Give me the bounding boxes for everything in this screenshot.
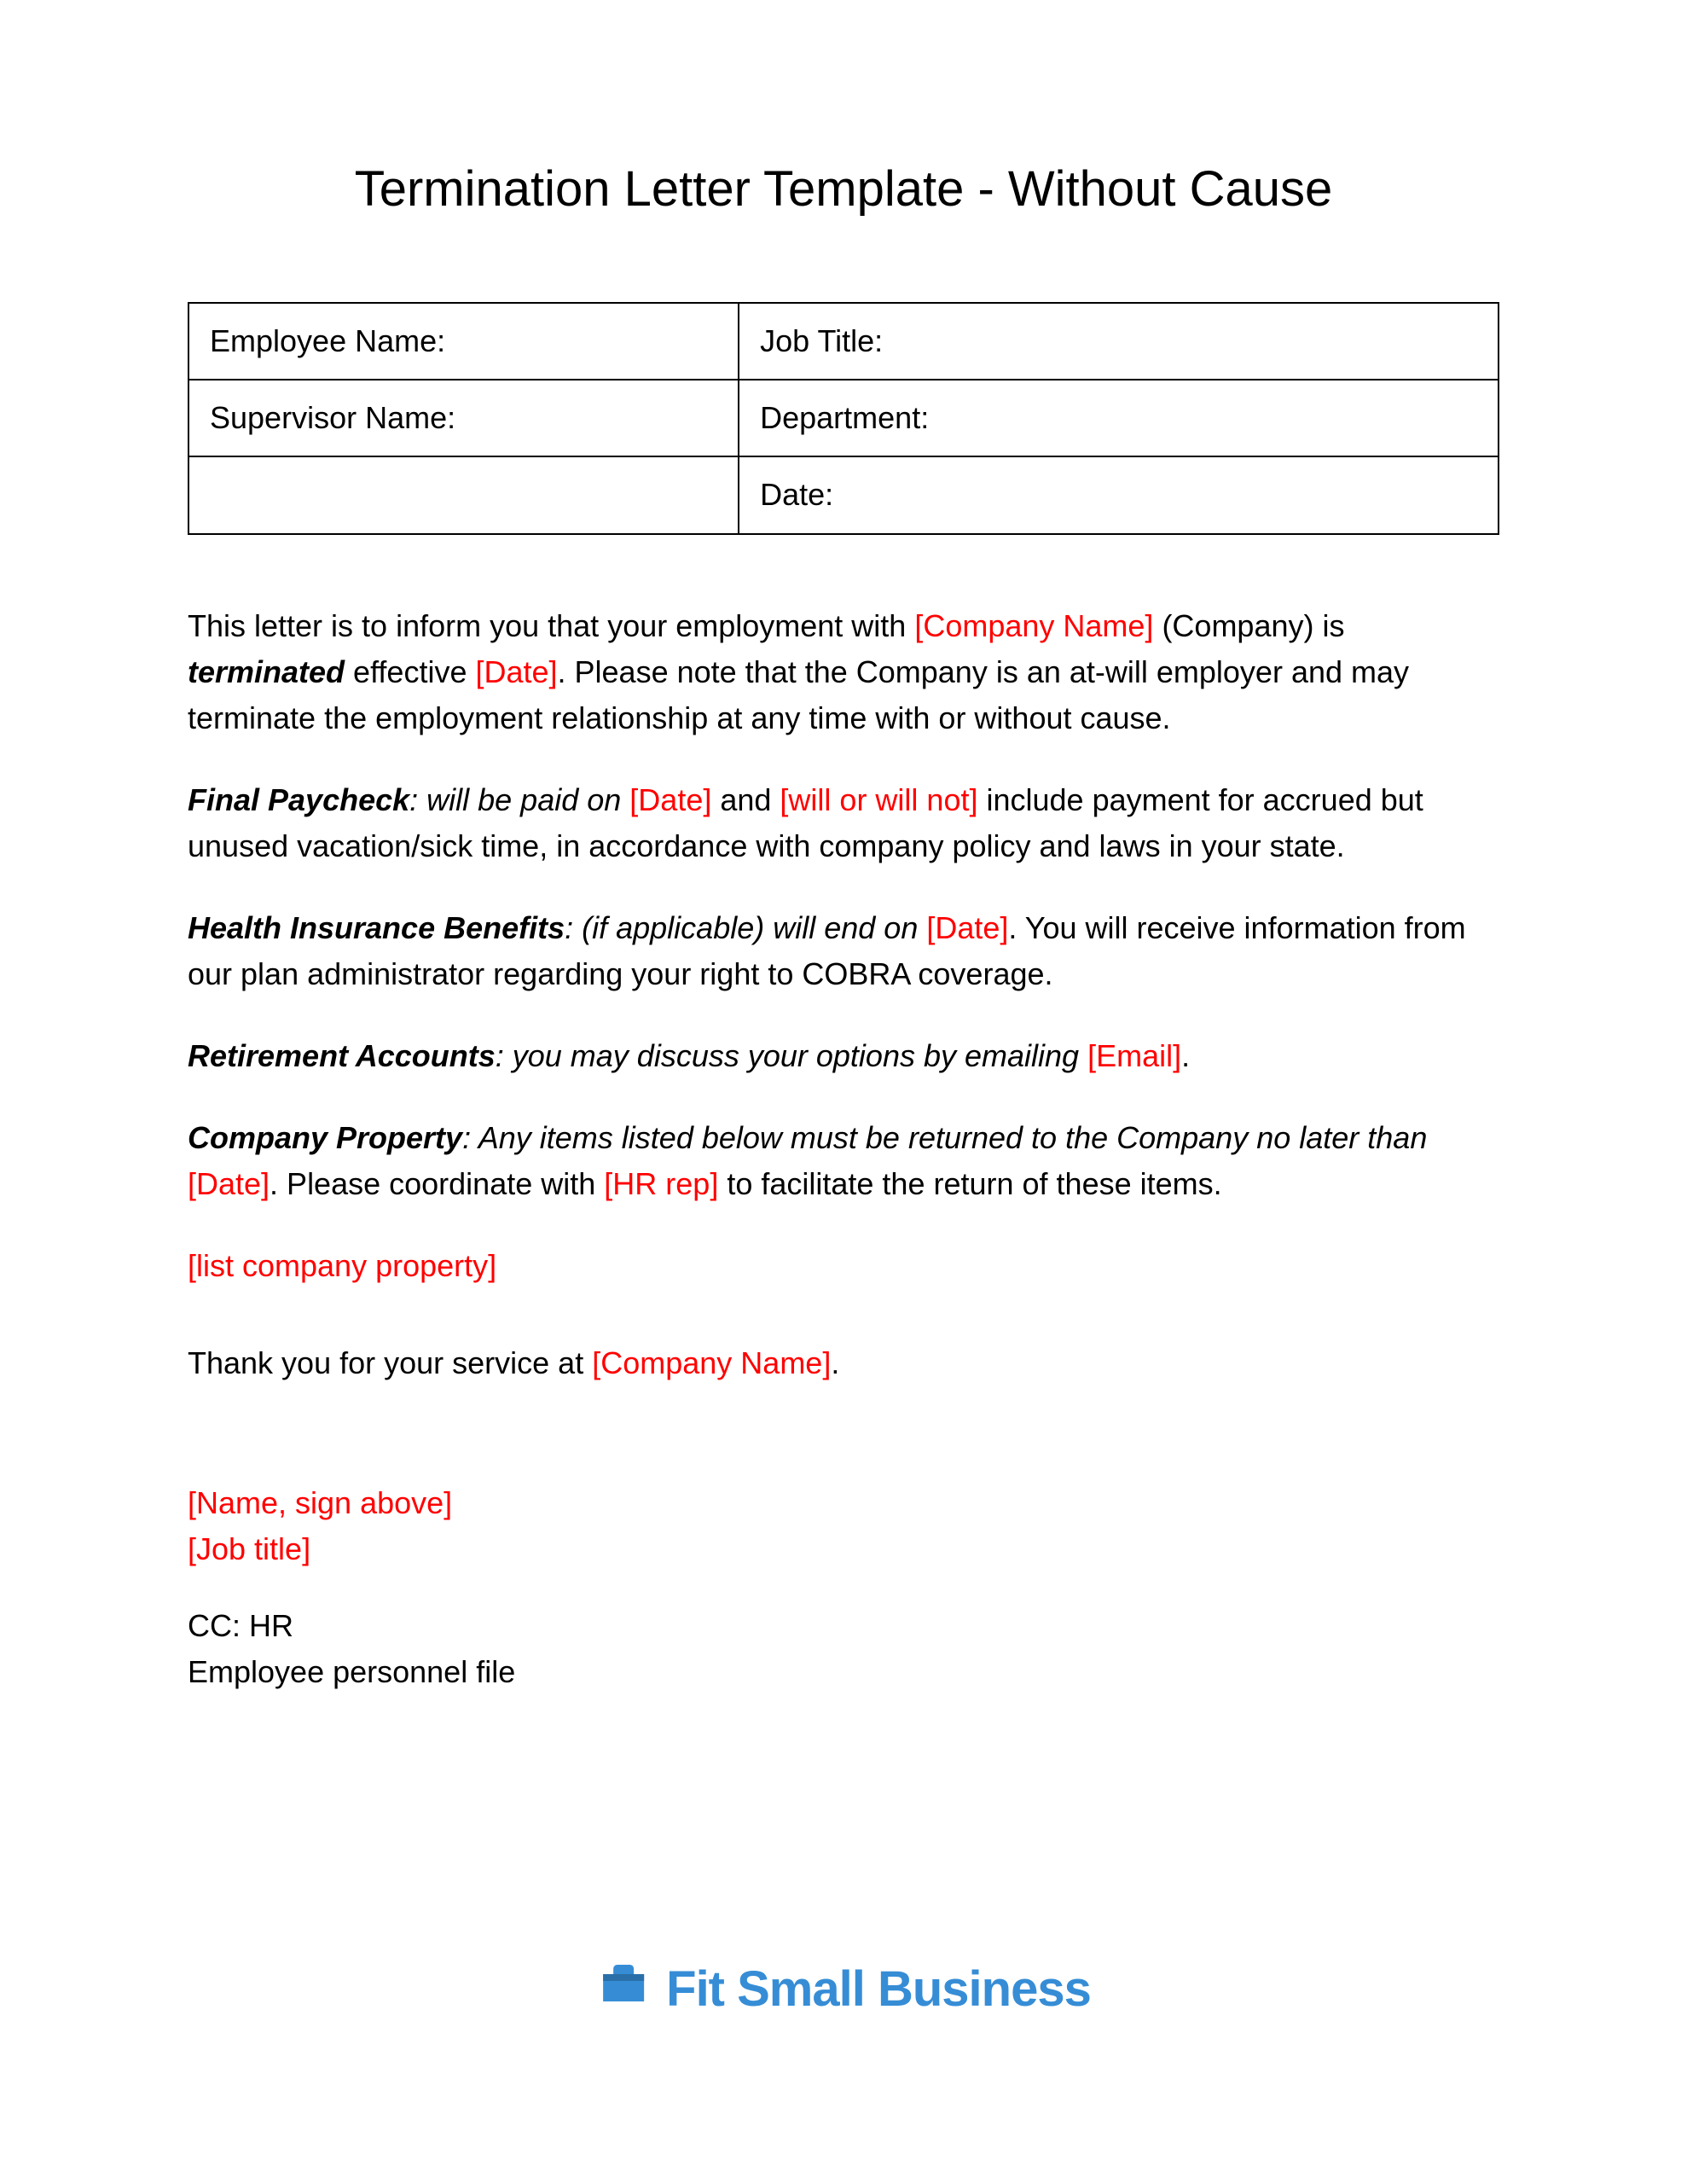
cc-hr: CC: HR — [188, 1603, 1499, 1649]
final-paycheck-label: Final Paycheck — [188, 782, 409, 817]
table-row: Supervisor Name: Department: — [188, 380, 1499, 456]
intro-paragraph: This letter is to inform you that your e… — [188, 603, 1499, 741]
retirement-paragraph: Retirement Accounts: you may discuss you… — [188, 1033, 1499, 1079]
health-text: : (if applicable) will end on — [565, 910, 926, 945]
date-label: Date: — [739, 456, 1499, 533]
date-placeholder: [Date] — [188, 1166, 270, 1201]
intro-text: (Company) is — [1153, 608, 1344, 643]
job-title-label: Job Title: — [739, 303, 1499, 380]
signature-name: [Name, sign above] — [188, 1480, 1499, 1526]
company-property-label: Company Property — [188, 1120, 462, 1155]
info-table: Employee Name: Job Title: Supervisor Nam… — [188, 302, 1499, 535]
thanks-paragraph: Thank you for your service at [Company N… — [188, 1340, 1499, 1386]
company-property-paragraph: Company Property: Any items listed below… — [188, 1115, 1499, 1207]
list-property-text: [list company property] — [188, 1248, 496, 1283]
intro-text: This letter is to inform you that your e… — [188, 608, 914, 643]
thanks-text: . — [831, 1345, 839, 1380]
list-property-placeholder: [list company property] — [188, 1243, 1499, 1289]
final-paycheck-paragraph: Final Paycheck: will be paid on [Date] a… — [188, 777, 1499, 869]
signature-block: [Name, sign above] [Job title] — [188, 1480, 1499, 1572]
health-insurance-paragraph: Health Insurance Benefits: (if applicabl… — [188, 905, 1499, 997]
footer-logo: Fit Small Business — [596, 1954, 1091, 2025]
intro-text: effective — [345, 654, 475, 689]
document-title: Termination Letter Template - Without Ca… — [188, 154, 1499, 225]
company-name-placeholder: [Company Name] — [592, 1345, 831, 1380]
paycheck-text: : will be paid on — [409, 782, 629, 817]
hr-rep-placeholder: [HR rep] — [604, 1166, 718, 1201]
date-placeholder: [Date] — [475, 654, 557, 689]
footer-brand-text: Fit Small Business — [666, 1954, 1091, 2025]
signature-job-title: [Job title] — [188, 1526, 1499, 1572]
will-placeholder: [will or will not] — [780, 782, 977, 817]
empty-cell — [188, 456, 739, 533]
terminated-word: terminated — [188, 654, 345, 689]
paycheck-text: and — [711, 782, 780, 817]
thanks-text: Thank you for your service at — [188, 1345, 592, 1380]
supervisor-name-label: Supervisor Name: — [188, 380, 739, 456]
email-placeholder: [Email] — [1087, 1038, 1181, 1073]
health-insurance-label: Health Insurance Benefits — [188, 910, 565, 945]
cc-block: CC: HR Employee personnel file — [188, 1603, 1499, 1695]
retirement-text: . — [1181, 1038, 1190, 1073]
table-row: Date: — [188, 456, 1499, 533]
retirement-label: Retirement Accounts — [188, 1038, 496, 1073]
property-text: . Please coordinate with — [270, 1166, 604, 1201]
date-placeholder: [Date] — [629, 782, 711, 817]
property-text: : Any items listed below must be returne… — [462, 1120, 1427, 1155]
employee-name-label: Employee Name: — [188, 303, 739, 380]
briefcase-icon — [596, 1962, 651, 2017]
cc-personnel-file: Employee personnel file — [188, 1649, 1499, 1695]
date-placeholder: [Date] — [926, 910, 1008, 945]
retirement-text: : you may discuss your options by emaili… — [496, 1038, 1087, 1073]
company-name-placeholder: [Company Name] — [914, 608, 1153, 643]
table-row: Employee Name: Job Title: — [188, 303, 1499, 380]
department-label: Department: — [739, 380, 1499, 456]
property-text: to facilitate the return of these items. — [718, 1166, 1221, 1201]
